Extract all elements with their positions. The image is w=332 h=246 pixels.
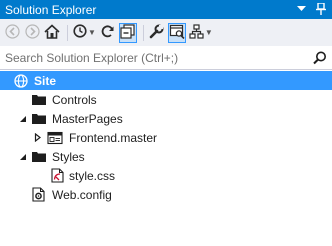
tree-item-label: style.css <box>69 168 116 183</box>
tree-item-site[interactable]: Site <box>0 71 332 90</box>
tree-item-controls[interactable]: Controls <box>0 90 332 109</box>
tree-item-style-css[interactable]: style.css <box>0 166 332 185</box>
home-button[interactable] <box>43 23 61 43</box>
tree-item-label: Site <box>34 73 57 88</box>
forward-button[interactable] <box>23 23 41 43</box>
title-bar: Solution Explorer <box>0 0 332 19</box>
back-arrow-icon <box>4 23 20 42</box>
tree-item-frontend-master[interactable]: Frontend.master <box>0 128 332 147</box>
tree-item-label: Styles <box>52 149 85 164</box>
collapse-all-button[interactable] <box>118 22 137 43</box>
tree-item-masterpages[interactable]: MasterPages <box>0 109 332 128</box>
css-file-icon <box>49 168 65 184</box>
master-page-icon <box>47 130 63 146</box>
class-diagram-icon <box>189 23 204 42</box>
properties-button[interactable] <box>148 23 166 43</box>
expanded-arrow-icon[interactable] <box>18 152 28 162</box>
tree-item-label: Web.config <box>52 187 112 202</box>
history-clock-icon <box>73 24 87 41</box>
home-icon <box>44 23 60 42</box>
globe-icon <box>13 73 29 89</box>
preview-selected-icon <box>169 24 185 42</box>
tree-item-styles[interactable]: Styles <box>0 147 332 166</box>
tree-item-label: Frontend.master <box>69 130 158 145</box>
tree-item-label: MasterPages <box>52 111 123 126</box>
properties-wrench-icon <box>149 24 164 42</box>
toolbar-separator <box>142 24 144 41</box>
refresh-button[interactable] <box>99 23 117 43</box>
tree-item-web-config[interactable]: Web.config <box>0 185 332 204</box>
toolbar: ▼ ▼ <box>0 19 332 46</box>
search-icon[interactable] <box>312 50 328 66</box>
preview-selected-button[interactable] <box>167 22 186 43</box>
refresh-icon <box>100 24 115 42</box>
chevron-down-icon: ▼ <box>88 28 96 37</box>
tree-item-label: Controls <box>52 92 97 107</box>
search-input[interactable] <box>5 50 312 65</box>
folder-icon <box>31 149 47 165</box>
search-box <box>0 46 332 70</box>
panel-title: Solution Explorer <box>5 2 97 17</box>
history-dropdown-button[interactable]: ▼ <box>72 23 97 43</box>
config-file-icon <box>31 187 47 203</box>
class-diagram-dropdown-button[interactable]: ▼ <box>188 23 214 43</box>
pin-icon[interactable] <box>314 2 328 16</box>
forward-arrow-icon <box>24 23 40 42</box>
back-button[interactable] <box>3 23 21 43</box>
folder-icon <box>31 92 47 108</box>
expanded-arrow-icon[interactable] <box>18 114 28 124</box>
collapse-all-icon <box>120 23 136 42</box>
solution-tree: Site Controls MasterPages Frontend.maste… <box>0 71 332 204</box>
window-position-dropdown-icon[interactable] <box>294 2 308 16</box>
collapsed-arrow-icon[interactable] <box>33 133 43 143</box>
folder-icon <box>31 111 47 127</box>
toolbar-separator <box>67 24 68 41</box>
chevron-down-icon: ▼ <box>204 28 213 37</box>
